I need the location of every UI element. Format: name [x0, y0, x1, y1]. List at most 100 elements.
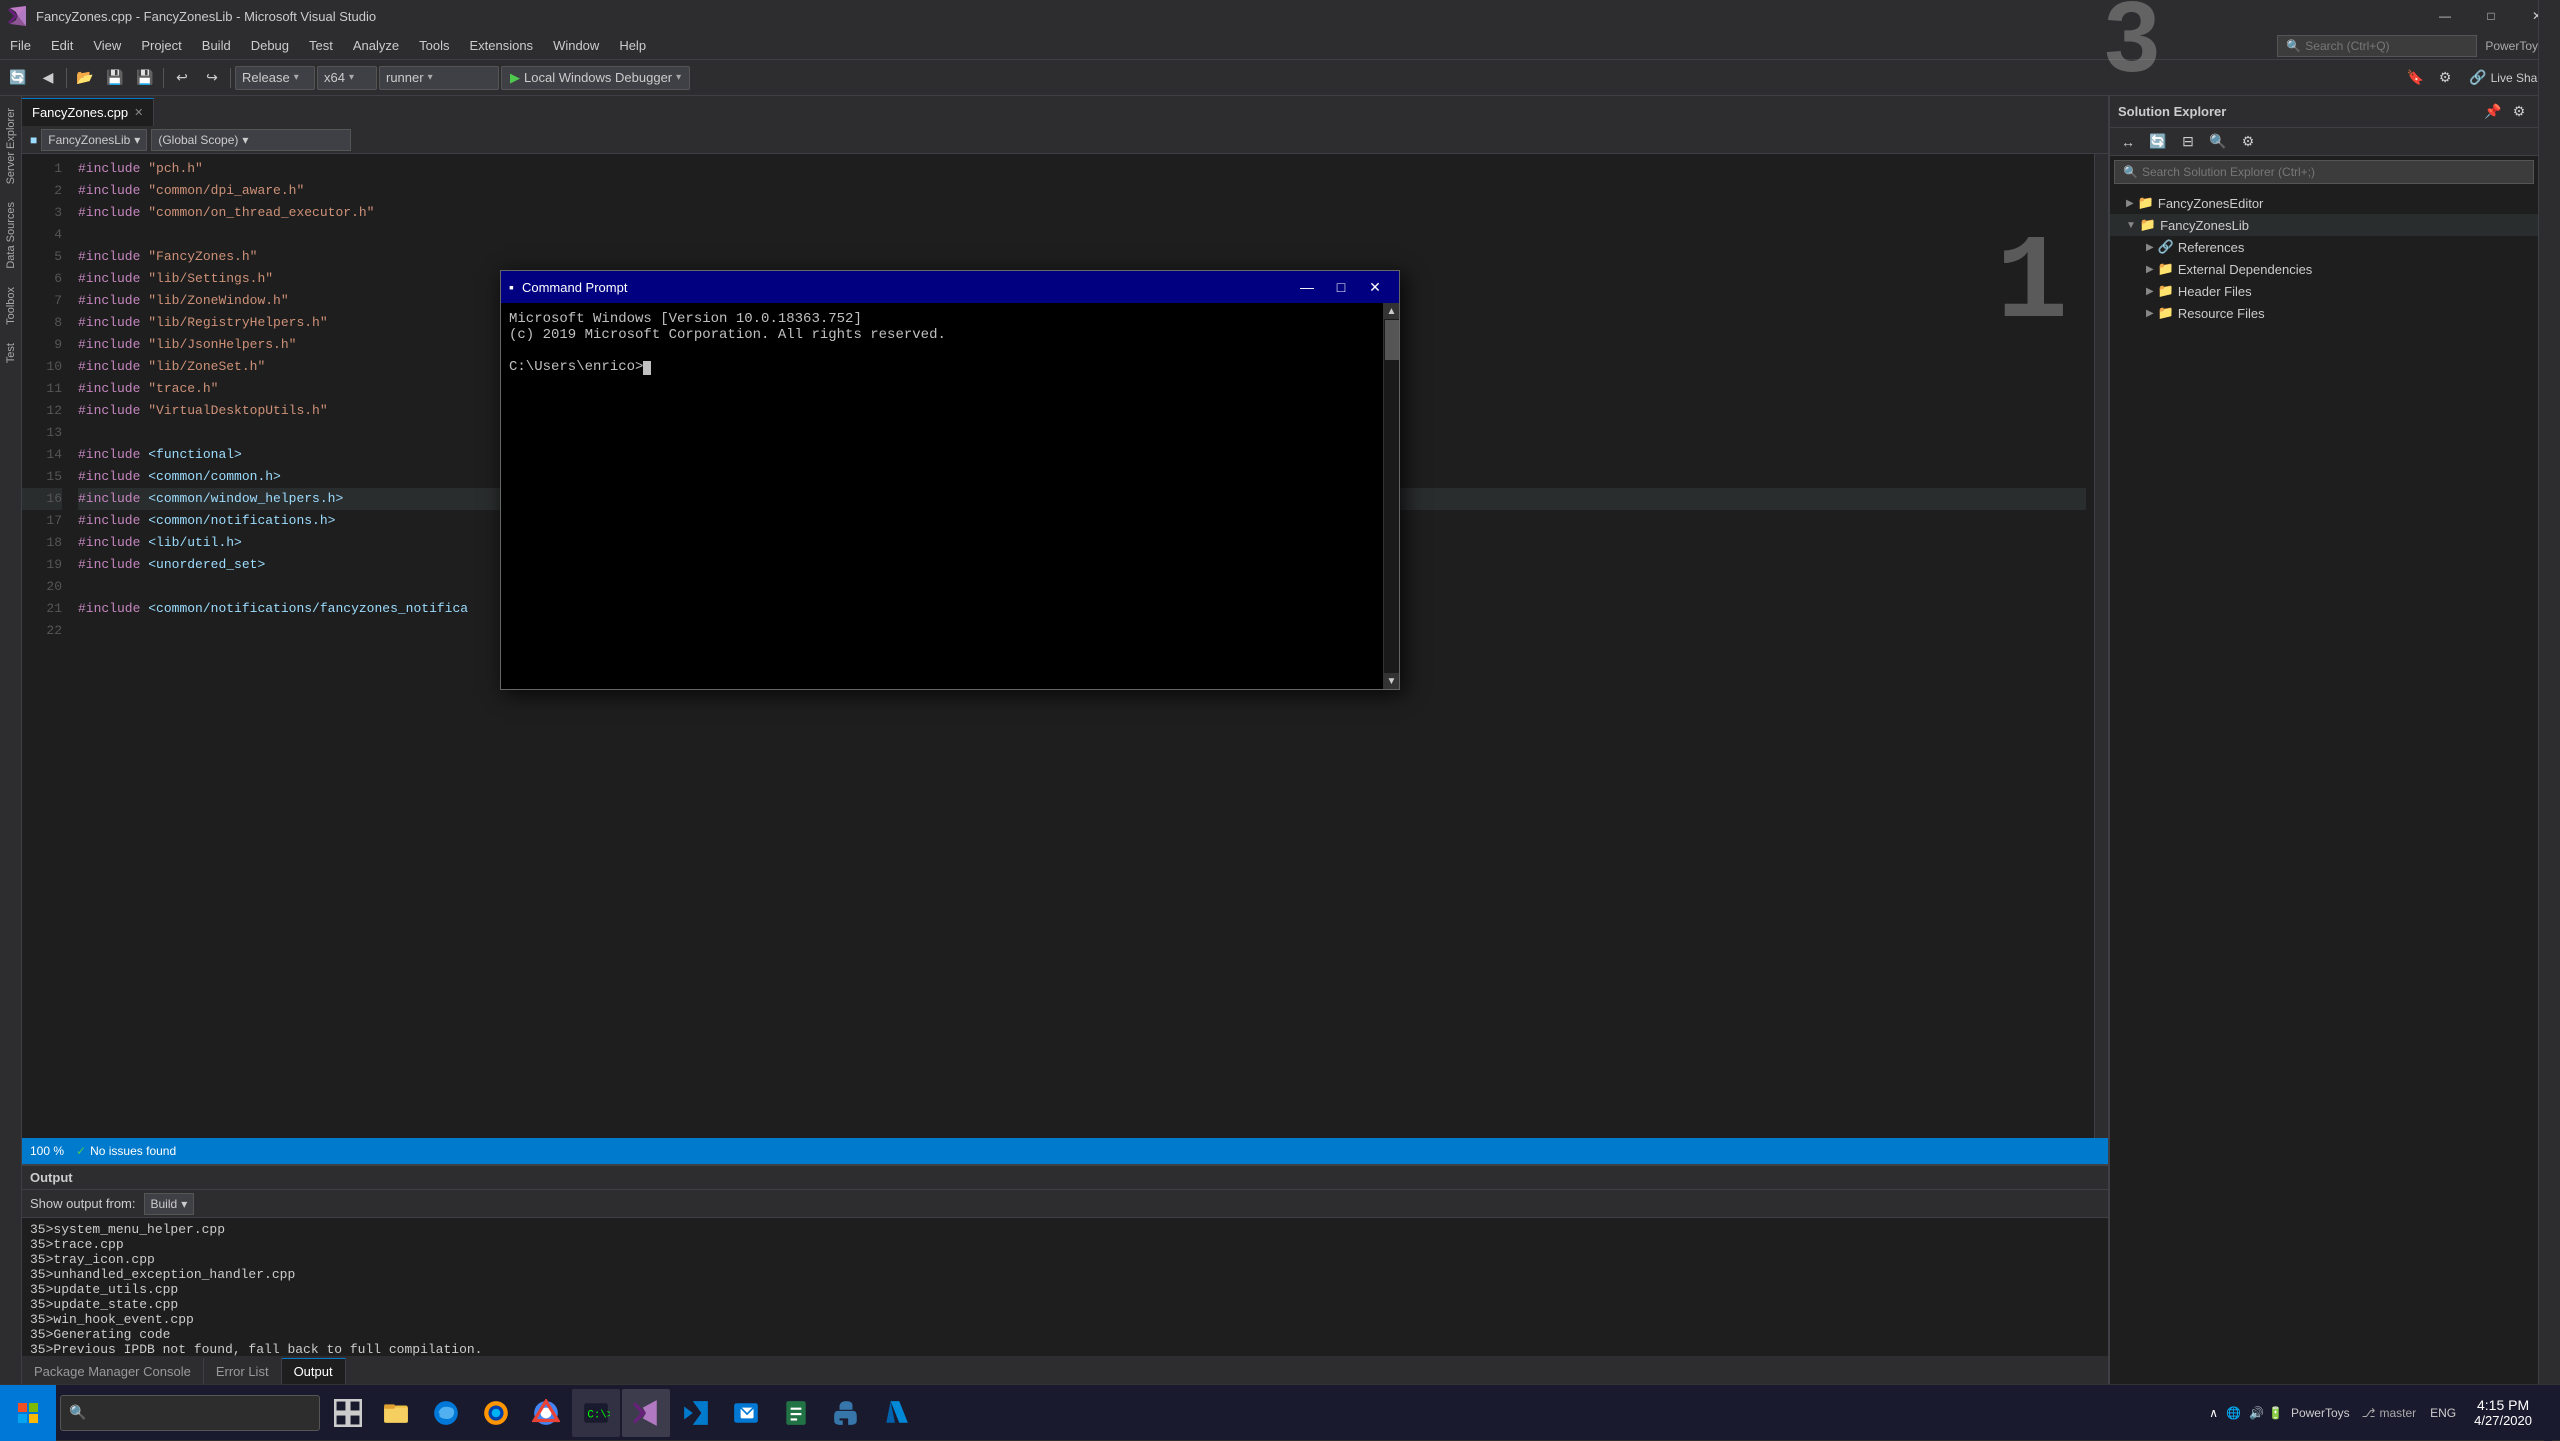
tree-item-header-files[interactable]: ▶ 📁 Header Files — [2110, 280, 2538, 302]
scroll-thumb[interactable] — [1385, 320, 1399, 360]
tree-item-fancyzoneslib[interactable]: ▼ 📁 FancyZonesLib — [2110, 214, 2538, 236]
toolbar-open[interactable]: 📂 — [71, 64, 99, 92]
battery-icon[interactable]: 🔋 — [2268, 1406, 2283, 1420]
se-toolbar-props[interactable]: ⚙ — [2234, 128, 2262, 156]
server-explorer-tab[interactable]: Server Explorer — [3, 100, 19, 192]
share-icon: 🔗 — [2469, 69, 2486, 86]
output-line: 35>tray_icon.cpp — [30, 1252, 2100, 1267]
se-pin-icon[interactable]: 📌 — [2482, 101, 2504, 123]
taskview-button[interactable] — [324, 1389, 372, 1437]
output-title: Output — [30, 1170, 73, 1185]
taskbar-chrome[interactable] — [522, 1389, 570, 1437]
menu-analyze[interactable]: Analyze — [343, 32, 409, 60]
network-icon[interactable]: 🌐 — [2222, 1406, 2245, 1420]
menu-tools[interactable]: Tools — [409, 32, 459, 60]
code-vscrollbar[interactable] — [2094, 154, 2108, 1138]
taskbar-search[interactable]: 🔍 — [60, 1395, 320, 1431]
panel-toolbar: Show output from: Build ▾ 3 — [22, 1190, 2108, 1218]
cmd-maximize-button[interactable]: □ — [1325, 273, 1357, 301]
toolbar-redo[interactable]: ↪ — [198, 64, 226, 92]
start-debug-button[interactable]: ▶ Local Windows Debugger ▾ — [501, 66, 690, 90]
line-num: 14 — [22, 444, 62, 466]
toolbar-save[interactable]: 💾 — [101, 64, 129, 92]
se-settings-icon[interactable]: ⚙ — [2508, 101, 2530, 123]
taskbar-edge[interactable] — [422, 1389, 470, 1437]
tree-item-references[interactable]: ▶ 🔗 References — [2110, 236, 2538, 258]
se-toolbar-refresh[interactable]: 🔄 — [2144, 128, 2172, 156]
tab-output[interactable]: Output — [282, 1358, 346, 1384]
cmd-minimize-button[interactable]: — — [1291, 273, 1323, 301]
configuration-dropdown[interactable]: Release ▾ — [235, 66, 315, 90]
language-indicator[interactable]: ENG — [2424, 1406, 2462, 1420]
taskbar-python[interactable] — [822, 1389, 870, 1437]
scope-dropdown[interactable]: (Global Scope) ▾ — [151, 129, 351, 151]
menu-view[interactable]: View — [83, 32, 131, 60]
toolbar-bookmark[interactable]: 🔖 — [2401, 64, 2429, 92]
taskbar-vscode[interactable] — [672, 1389, 720, 1437]
menu-extensions[interactable]: Extensions — [459, 32, 543, 60]
se-toolbar-sync[interactable]: ↔ — [2114, 128, 2142, 156]
show-hidden-icons[interactable]: ∧ — [2209, 1406, 2218, 1420]
taskbar-firefox[interactable] — [472, 1389, 520, 1437]
project-dropdown[interactable]: runner ▾ — [379, 66, 499, 90]
tree-label-fancyzoneseditor: FancyZonesEditor — [2158, 196, 2264, 211]
outlook-icon — [732, 1399, 760, 1427]
se-toolbar-collapse[interactable]: ⊟ — [2174, 128, 2202, 156]
toolbar-new[interactable]: 🔄 — [4, 64, 32, 92]
title-bar-text: FancyZones.cpp - FancyZonesLib - Microso… — [36, 9, 376, 24]
line-num: 2 — [22, 180, 62, 202]
library-dropdown[interactable]: FancyZonesLib ▾ — [41, 129, 147, 151]
tab-package-manager[interactable]: Package Manager Console — [22, 1358, 204, 1384]
data-sources-tab[interactable]: Data Sources — [3, 194, 19, 277]
menu-test[interactable]: Test — [299, 32, 343, 60]
maximize-button[interactable]: □ — [2468, 0, 2514, 32]
se-search-input[interactable]: 🔍 Search Solution Explorer (Ctrl+;) — [2114, 160, 2534, 184]
taskbar-todo[interactable] — [772, 1389, 820, 1437]
toolbar-undo[interactable]: ↩ — [168, 64, 196, 92]
show-desktop-button[interactable] — [2544, 1385, 2552, 1441]
toolbar-tools[interactable]: ⚙ — [2431, 64, 2459, 92]
scroll-down-button[interactable]: ▼ — [1384, 673, 1400, 689]
tree-item-fancyzoneseditor[interactable]: ▶ 📁 FancyZonesEditor — [2110, 192, 2538, 214]
output-source-dropdown[interactable]: Build ▾ — [144, 1193, 195, 1215]
toolbar-back[interactable]: ◀ — [34, 64, 62, 92]
right-panel: Solution Explorer 📌 ⚙ ↔ 🔄 ⊟ 🔍 ⚙ 🔍 Search… — [2108, 96, 2538, 1384]
toolbar-save-all[interactable]: 💾 — [131, 64, 159, 92]
cmd-prompt-window[interactable]: ▪ Command Prompt — □ ✕ Microsoft Windows… — [500, 270, 1400, 690]
cmd-content[interactable]: Microsoft Windows [Version 10.0.18363.75… — [501, 303, 1383, 689]
title-bar: FancyZones.cpp - FancyZonesLib - Microso… — [0, 0, 2560, 32]
test-tab[interactable]: Test — [3, 335, 19, 371]
taskbar-terminal[interactable]: C:\> — [572, 1389, 620, 1437]
cmd-vscrollbar[interactable]: ▲ ▼ — [1383, 303, 1399, 689]
minimize-button[interactable]: — — [2422, 0, 2468, 32]
menu-debug[interactable]: Debug — [241, 32, 299, 60]
volume-icon[interactable]: 🔊 — [2249, 1406, 2264, 1420]
zoom-status: 100 % — [30, 1144, 64, 1158]
taskbar-explorer[interactable] — [372, 1389, 420, 1437]
menu-project[interactable]: Project — [131, 32, 191, 60]
close-tab-icon[interactable]: ✕ — [134, 106, 143, 119]
file-tab-fancyzones[interactable]: FancyZones.cpp ✕ — [22, 98, 154, 126]
tab-error-list[interactable]: Error List — [204, 1358, 282, 1384]
output-content[interactable]: 35>system_menu_helper.cpp 35>trace.cpp 3… — [22, 1218, 2108, 1356]
menu-build[interactable]: Build — [192, 32, 241, 60]
scroll-up-button[interactable]: ▲ — [1384, 303, 1400, 319]
taskbar-clock[interactable]: 4:15 PM 4/27/2020 — [2466, 1393, 2540, 1432]
scroll-track[interactable] — [1384, 319, 1399, 673]
taskbar-outlook[interactable] — [722, 1389, 770, 1437]
menu-file[interactable]: File — [0, 32, 41, 60]
menu-edit[interactable]: Edit — [41, 32, 83, 60]
platform-dropdown[interactable]: x64 ▾ — [317, 66, 377, 90]
tree-item-resource-files[interactable]: ▶ 📁 Resource Files — [2110, 302, 2538, 324]
se-toolbar-filter[interactable]: 🔍 — [2204, 128, 2232, 156]
menu-window[interactable]: Window — [543, 32, 609, 60]
cmd-close-button[interactable]: ✕ — [1359, 273, 1391, 301]
taskbar-vs[interactable] — [622, 1389, 670, 1437]
tree-item-external-deps[interactable]: ▶ 📁 External Dependencies — [2110, 258, 2538, 280]
search-box[interactable]: 🔍 Search (Ctrl+Q) — [2277, 35, 2477, 57]
edge-icon — [432, 1399, 460, 1427]
taskbar-azure[interactable] — [872, 1389, 920, 1437]
toolbox-tab[interactable]: Toolbox — [3, 279, 19, 333]
menu-help[interactable]: Help — [609, 32, 656, 60]
start-button[interactable] — [0, 1385, 56, 1441]
